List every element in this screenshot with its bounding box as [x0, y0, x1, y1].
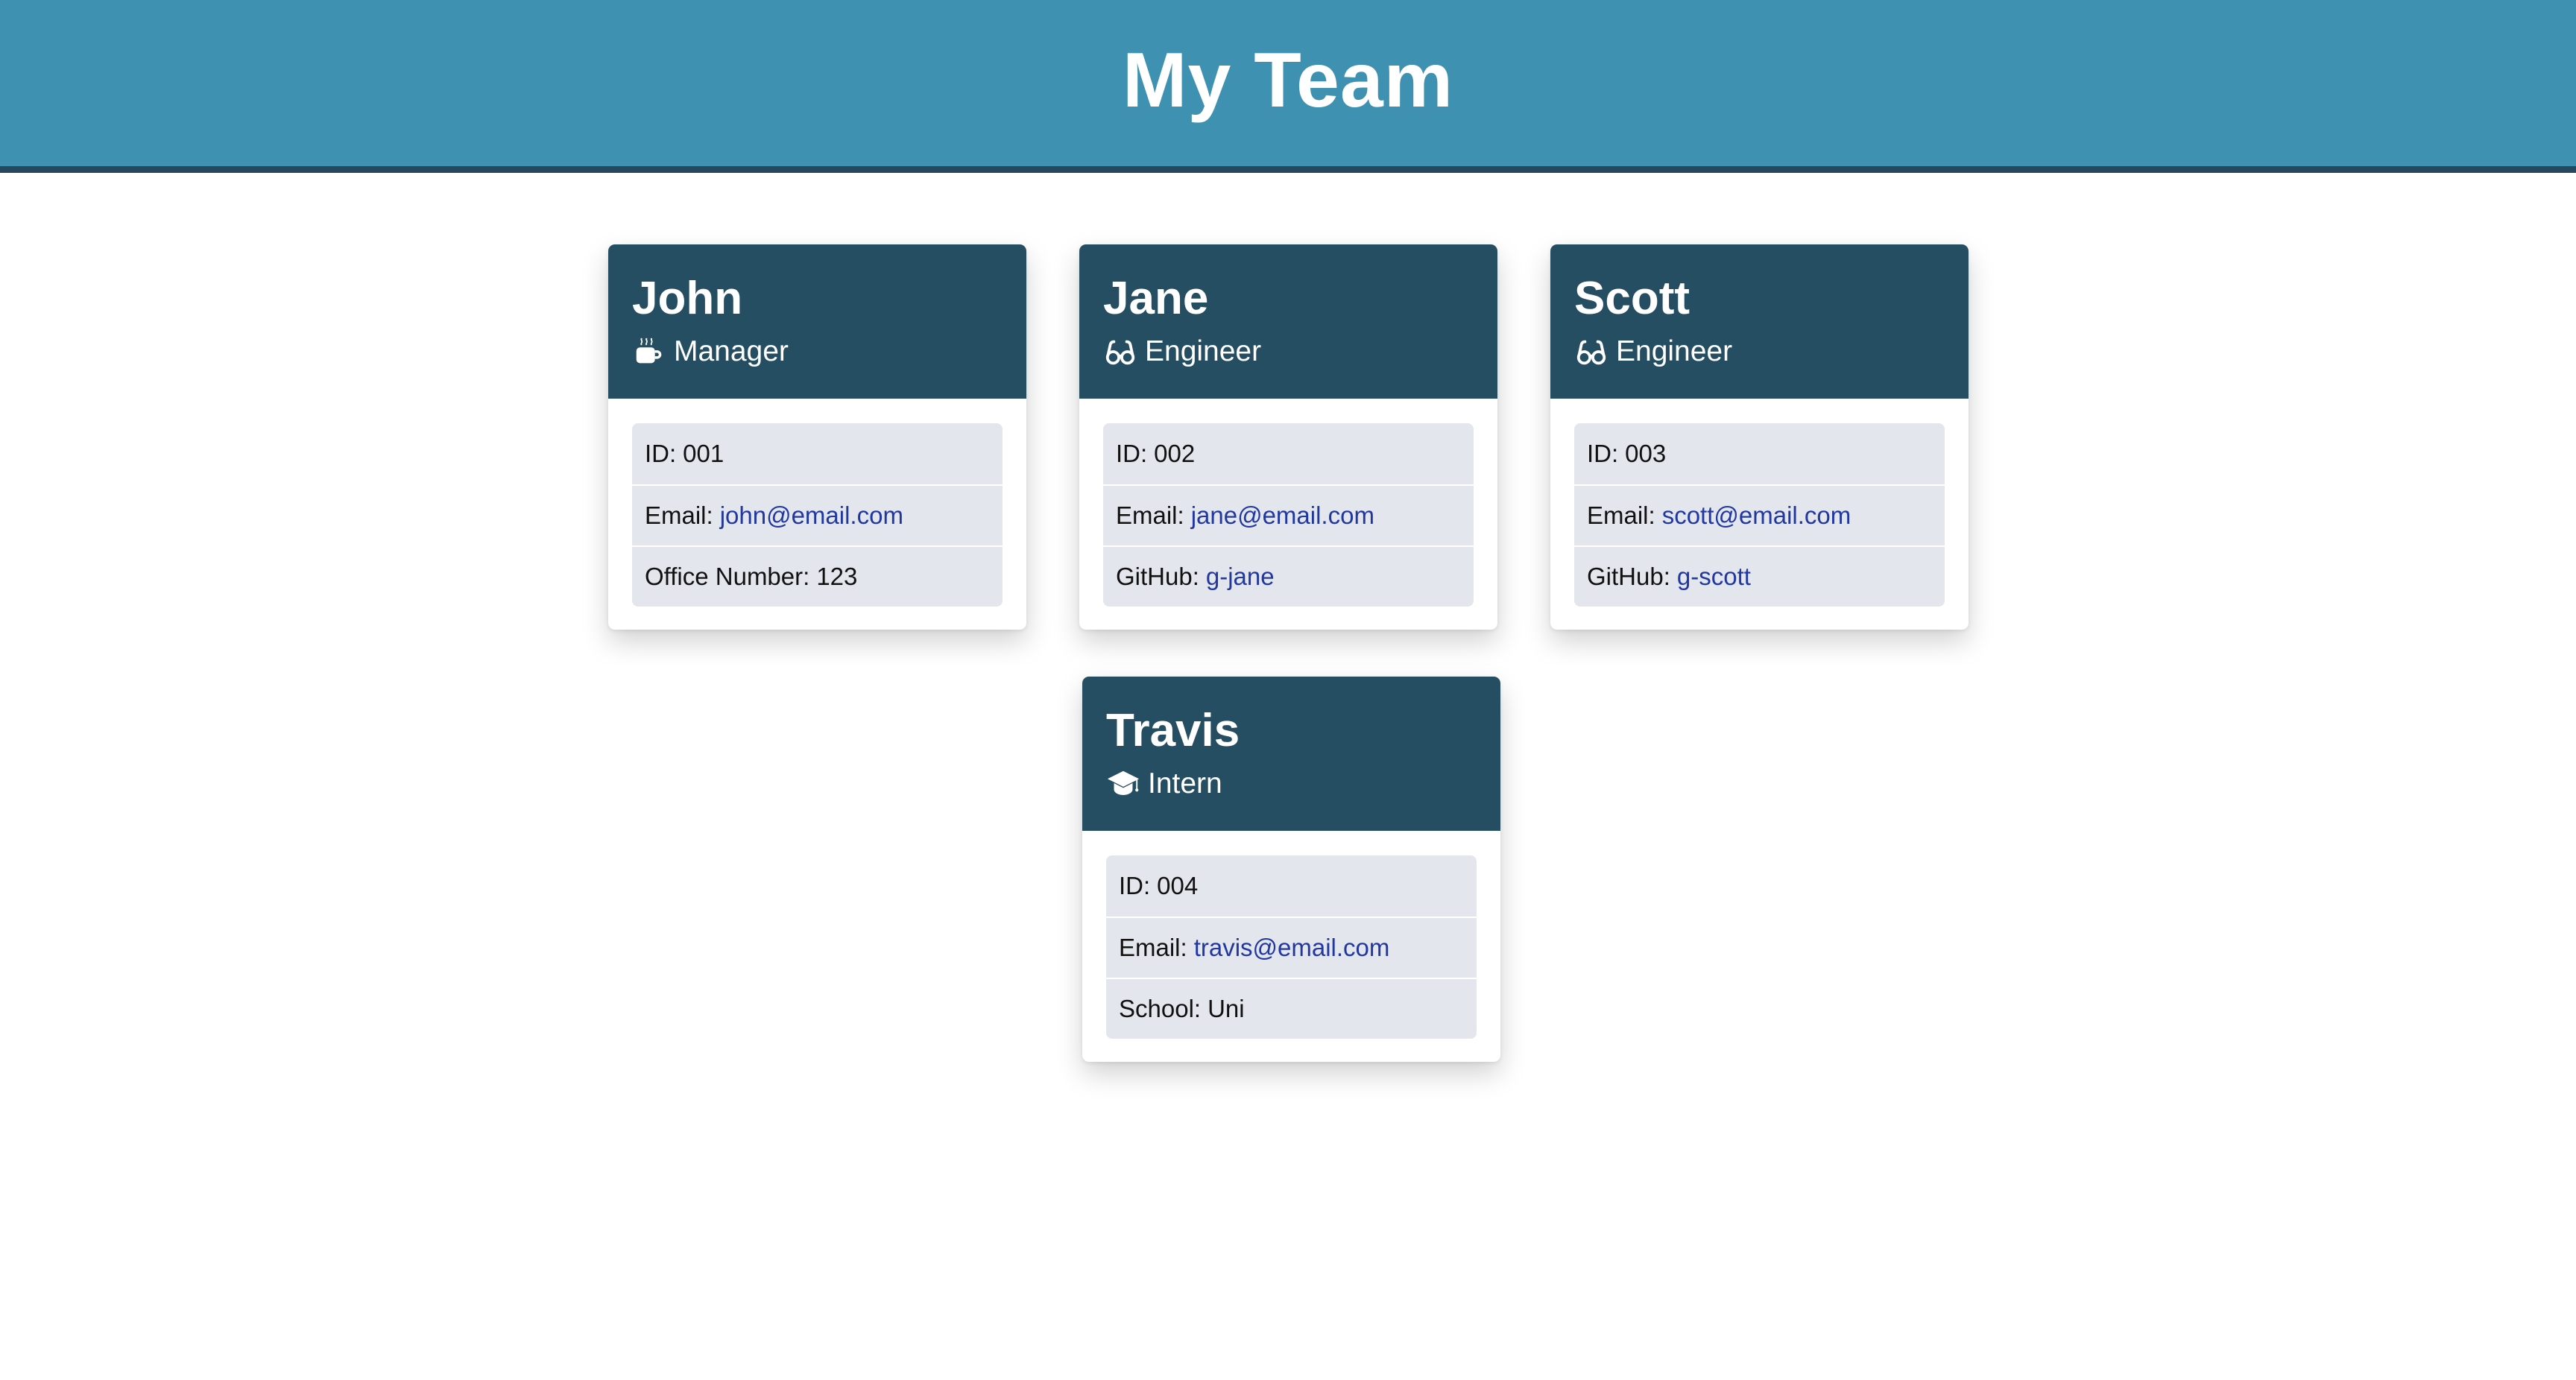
email-link[interactable]: travis@email.com [1194, 934, 1390, 962]
email-label: Email: [645, 501, 713, 529]
github-label: GitHub: [1116, 563, 1199, 590]
detail-email: Email: jane@email.com [1103, 484, 1474, 545]
email-label: Email: [1116, 501, 1184, 529]
employee-card-scott: Scott Engineer ID: 003 Email: scott@emai… [1550, 244, 1969, 630]
employee-role: Manager [632, 334, 1026, 370]
employee-name: Jane [1103, 273, 1209, 324]
detail-id: ID: 003 [1574, 423, 1945, 484]
employee-details-list: ID: 003 Email: scott@email.com GitHub: g… [1574, 423, 1945, 607]
role-label: Engineer [1145, 335, 1262, 367]
role-label: Engineer [1616, 335, 1733, 367]
email-label: Email: [1119, 934, 1187, 961]
github-label: GitHub: [1587, 563, 1670, 590]
employee-name: John [632, 273, 743, 324]
detail-email: Email: john@email.com [632, 484, 1003, 545]
school-value: Uni [1208, 995, 1245, 1022]
employee-role: Engineer [1574, 334, 1969, 370]
id-label: ID: [1116, 440, 1148, 467]
id-value: 004 [1157, 872, 1199, 899]
detail-github: GitHub: g-jane [1103, 545, 1474, 607]
employee-details-list: ID: 004 Email: travis@email.com School: … [1106, 855, 1477, 1039]
detail-github: GitHub: g-scott [1574, 545, 1945, 607]
card-header: John Manager [608, 244, 1026, 399]
graduation-cap-icon [1106, 767, 1140, 801]
glasses-icon [1574, 335, 1609, 369]
detail-id: ID: 001 [632, 423, 1003, 484]
detail-school: School: Uni [1106, 978, 1477, 1039]
employee-name: Travis [1106, 705, 1240, 756]
id-value: 003 [1625, 440, 1667, 467]
id-label: ID: [1119, 872, 1151, 899]
page-title: My Team [1122, 37, 1454, 124]
role-label: Intern [1148, 767, 1222, 800]
employee-role: Engineer [1103, 334, 1497, 370]
github-link[interactable]: g-scott [1677, 563, 1751, 591]
office-number-value: 123 [816, 563, 858, 590]
detail-id: ID: 002 [1103, 423, 1474, 484]
card-header: Travis Intern [1082, 677, 1500, 831]
employee-details-list: ID: 001 Email: john@email.com Office Num… [632, 423, 1003, 607]
employee-card-john: John Manager ID: 001 Email: john@email.c… [608, 244, 1026, 630]
github-link[interactable]: g-jane [1206, 563, 1275, 591]
email-link[interactable]: jane@email.com [1191, 501, 1374, 530]
detail-email: Email: travis@email.com [1106, 917, 1477, 978]
employee-card-jane: Jane Engineer ID: 002 Email: jane@email.… [1079, 244, 1497, 630]
id-value: 001 [683, 440, 724, 467]
card-header: Scott Engineer [1550, 244, 1969, 399]
glasses-icon [1103, 335, 1137, 369]
page-banner: My Team [0, 0, 2576, 173]
employee-details-list: ID: 002 Email: jane@email.com GitHub: g-… [1103, 423, 1474, 607]
detail-office-number: Office Number: 123 [632, 545, 1003, 607]
detail-id: ID: 004 [1106, 855, 1477, 917]
id-label: ID: [1587, 440, 1619, 467]
email-link[interactable]: john@email.com [720, 501, 903, 530]
id-value: 002 [1154, 440, 1196, 467]
email-label: Email: [1587, 501, 1655, 529]
employee-card-travis: Travis Intern ID: 004 Email: travis@emai… [1082, 677, 1500, 1062]
role-label: Manager [674, 335, 789, 367]
office-number-label: Office Number: [645, 563, 810, 590]
school-label: School: [1119, 995, 1202, 1022]
email-link[interactable]: scott@email.com [1662, 501, 1852, 530]
card-header: Jane Engineer [1079, 244, 1497, 399]
employee-role: Intern [1106, 766, 1500, 802]
employee-name: Scott [1574, 273, 1690, 324]
detail-email: Email: scott@email.com [1574, 484, 1945, 545]
id-label: ID: [645, 440, 677, 467]
coffee-mug-icon [632, 335, 666, 369]
